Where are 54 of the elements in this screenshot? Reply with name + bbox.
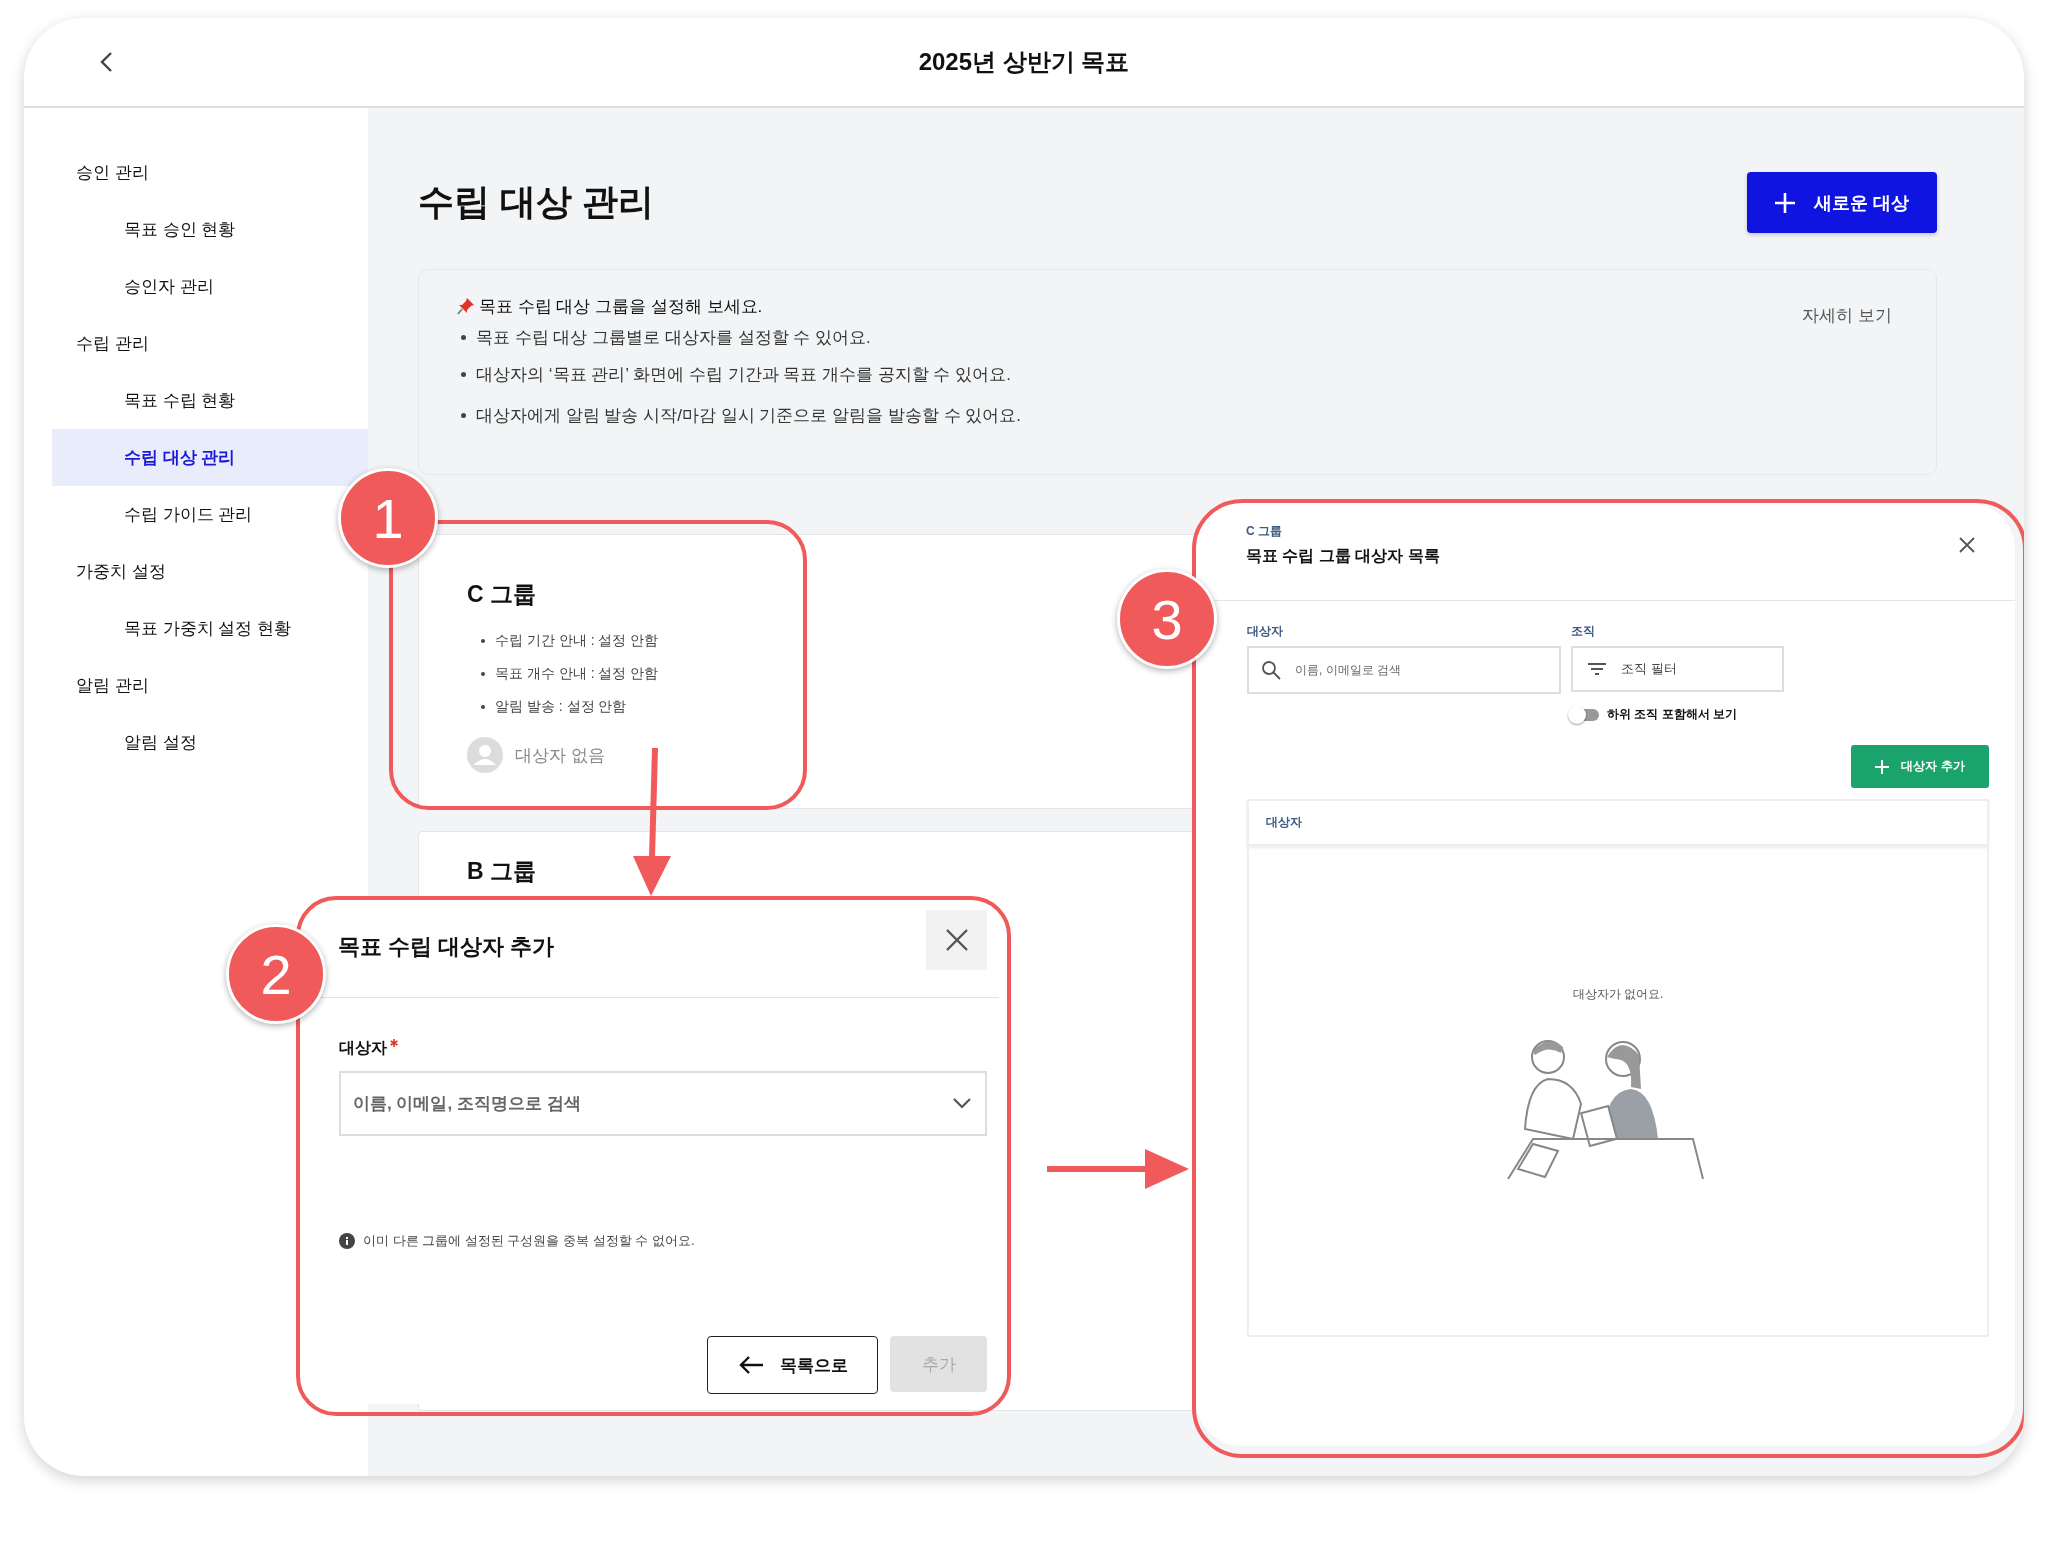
close-button[interactable] bbox=[926, 910, 987, 970]
plus-icon bbox=[1875, 759, 1890, 774]
sidebar-section[interactable]: 알림 관리 bbox=[52, 657, 157, 714]
group-name: B 그룹 bbox=[467, 857, 537, 886]
back-icon[interactable] bbox=[99, 51, 113, 73]
sidebar-section[interactable]: 승인 관리 bbox=[52, 144, 157, 201]
field-label: 조직 bbox=[1571, 623, 1596, 640]
target-select[interactable]: 이름, 이메일, 조직명으로 검색 bbox=[339, 1071, 987, 1136]
step-number: 2 bbox=[226, 924, 326, 1024]
search-icon bbox=[1261, 660, 1281, 680]
chevron-down-icon bbox=[953, 1098, 971, 1109]
sidebar-item[interactable]: 수립 대상 관리 bbox=[52, 429, 368, 486]
sidebar-item[interactable]: 목표 수립 현황 bbox=[52, 372, 244, 429]
sidebar-item[interactable]: 수립 가이드 관리 bbox=[52, 486, 261, 543]
close-icon[interactable] bbox=[1959, 537, 1975, 553]
sidebar-section[interactable]: 가중치 설정 bbox=[52, 543, 174, 600]
sidebar-item[interactable]: 알림 설정 bbox=[52, 714, 205, 771]
page-title: 수립 대상 관리 bbox=[418, 180, 654, 224]
close-icon bbox=[945, 929, 968, 951]
field-label: 대상자 bbox=[339, 1038, 387, 1058]
plus-icon bbox=[1774, 191, 1797, 214]
toggle-label: 하위 조직 포함해서 보기 bbox=[1607, 706, 1737, 723]
toggle-switch[interactable] bbox=[1571, 708, 1599, 721]
new-target-button[interactable]: 새로운 대상 bbox=[1747, 172, 1937, 233]
empty-message: 대상자가 없어요. bbox=[1572, 986, 1664, 1003]
dialog-title: 목표 수립 대상자 추가 bbox=[338, 933, 555, 961]
info-heading: 목표 수립 대상 그룹을 설정해 보세요. bbox=[479, 295, 763, 318]
group-label: C 그룹 bbox=[1246, 523, 1283, 540]
field-label: 대상자 bbox=[1247, 623, 1284, 640]
detail-link[interactable]: 자세히 보기 bbox=[1802, 304, 1892, 328]
panel-title: 목표 수립 그룹 대상자 목록 bbox=[1246, 546, 1440, 566]
search-field[interactable]: 이름, 이메일로 검색 bbox=[1247, 646, 1561, 694]
filter-icon bbox=[1587, 662, 1607, 676]
sidebar-item[interactable]: 목표 승인 현황 bbox=[52, 201, 244, 258]
org-filter-button[interactable]: 조직 필터 bbox=[1571, 646, 1784, 692]
sidebar-section[interactable]: 수립 관리 bbox=[52, 315, 157, 372]
avatar-icon bbox=[467, 737, 503, 773]
group-setting: 목표 개수 안내 : 설정 안함 bbox=[495, 664, 659, 683]
pushpin-icon bbox=[457, 297, 475, 315]
notice-text: 이미 다른 그룹에 설정된 구성원을 중복 설정할 수 없어요. bbox=[363, 1232, 695, 1250]
sidebar-item[interactable]: 목표 가중치 설정 현황 bbox=[52, 600, 300, 657]
group-setting: 수립 기간 안내 : 설정 안함 bbox=[495, 631, 659, 650]
window-title: 2025년 상반기 목표 bbox=[918, 47, 1130, 77]
group-setting: 알림 발송 : 설정 안함 bbox=[495, 697, 627, 716]
info-bullet: 대상자에게 알림 발송 시작/마감 일시 기준으로 알림을 발송할 수 있어요. bbox=[476, 405, 1021, 427]
back-to-list-button[interactable]: 목록으로 bbox=[707, 1336, 878, 1394]
no-targets-text: 대상자 없음 bbox=[515, 744, 605, 767]
group-name: C 그룹 bbox=[467, 580, 537, 609]
info-icon bbox=[339, 1233, 355, 1249]
arrow-left-icon bbox=[737, 1355, 764, 1375]
sidebar-item[interactable]: 승인자 관리 bbox=[52, 258, 222, 315]
info-bullet: 대상자의 ‘목표 관리’ 화면에 수립 기간과 목표 개수를 공지할 수 있어요. bbox=[476, 364, 1011, 386]
info-bullet: 목표 수립 대상 그룹별로 대상자를 설정할 수 있어요. bbox=[476, 326, 871, 349]
column-header: 대상자 bbox=[1266, 814, 1302, 831]
